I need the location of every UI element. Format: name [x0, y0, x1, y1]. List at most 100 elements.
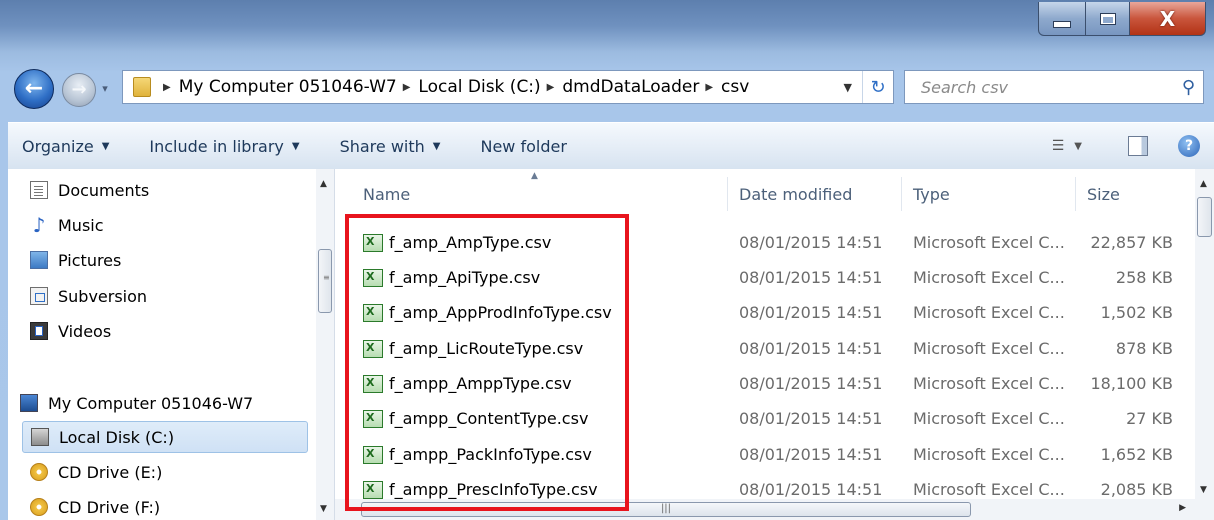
scroll-up-icon[interactable]: ▲ — [1200, 179, 1207, 189]
pictures-icon — [30, 251, 48, 269]
type-cell: Microsoft Excel C... — [913, 374, 1065, 393]
cd-icon — [30, 498, 48, 516]
include-in-library-menu[interactable]: Include in library ▼ — [149, 137, 299, 156]
column-date-modified[interactable]: Date modified — [739, 185, 852, 204]
minimize-button[interactable] — [1038, 2, 1086, 36]
refresh-button[interactable]: ↻ — [862, 71, 893, 103]
new-folder-label: New folder — [480, 136, 567, 156]
date-modified-cell: 08/01/2015 14:51 — [739, 480, 883, 499]
sidebar-item-music[interactable]: ♪ Music — [30, 209, 104, 241]
scroll-up-icon[interactable]: ▲ — [320, 179, 327, 189]
size-cell: 18,100 KB — [1090, 374, 1173, 393]
folder-icon — [133, 77, 151, 97]
music-icon: ♪ — [32, 213, 46, 237]
scrollbar-thumb[interactable]: ≡ — [318, 249, 332, 313]
change-view-button[interactable]: ☰ ▼ — [1052, 138, 1082, 154]
search-input[interactable] — [919, 76, 1163, 98]
videos-icon — [30, 322, 48, 340]
date-modified-cell: 08/01/2015 14:51 — [739, 409, 883, 428]
sidebar-item-documents[interactable]: Documents — [30, 174, 149, 206]
file-list: ▲ Name Date modified Type Size f_amp_Amp… — [335, 169, 1214, 520]
scroll-down-icon[interactable]: ▼ — [1200, 485, 1207, 495]
breadcrumb-dmddataloader[interactable]: dmdDataLoader — [562, 77, 699, 97]
breadcrumb-my-computer[interactable]: My Computer 051046-W7 — [179, 77, 397, 97]
sidebar-item-subversion[interactable]: Subversion — [30, 280, 147, 312]
help-icon[interactable]: ? — [1178, 135, 1200, 157]
sidebar-item-local-disk[interactable]: Local Disk (C:) — [22, 421, 308, 453]
column-size[interactable]: Size — [1087, 185, 1120, 204]
date-modified-cell: 08/01/2015 14:51 — [739, 303, 883, 322]
forward-button[interactable]: → — [62, 73, 96, 107]
file-list-vertical-scrollbar[interactable]: ▲ ▼ — [1195, 169, 1214, 499]
sidebar-item-videos[interactable]: Videos — [30, 315, 111, 347]
breadcrumb-chevron-icon[interactable]: ▶ — [547, 82, 555, 93]
scroll-right-icon[interactable]: ▶ — [1179, 503, 1186, 513]
type-cell: Microsoft Excel C... — [913, 233, 1065, 252]
organize-menu[interactable]: Organize ▼ — [22, 137, 109, 156]
sort-ascending-icon: ▲ — [531, 171, 538, 181]
address-dropdown-icon[interactable]: ▼ — [844, 81, 852, 94]
new-folder-button[interactable]: New folder — [480, 137, 566, 156]
search-box[interactable]: ⚲ — [904, 70, 1204, 104]
command-bar-right: ☰ ▼ ? — [1052, 135, 1214, 157]
grip-icon: ≡ — [323, 273, 330, 282]
type-cell: Microsoft Excel C... — [913, 339, 1065, 358]
date-modified-cell: 08/01/2015 14:51 — [739, 445, 883, 464]
column-type[interactable]: Type — [913, 185, 950, 204]
breadcrumb-chevron-icon[interactable]: ▶ — [163, 82, 171, 93]
close-icon: X — [1159, 6, 1176, 31]
sidebar-item-label: My Computer 051046-W7 — [48, 393, 254, 413]
documents-icon — [30, 181, 48, 199]
maximize-button[interactable] — [1086, 2, 1130, 36]
recent-pages-dropdown[interactable]: ▾ — [98, 82, 112, 96]
address-bar[interactable]: ▶ My Computer 051046-W7 ▶ Local Disk (C:… — [122, 70, 894, 104]
sidebar-item-pictures[interactable]: Pictures — [30, 244, 121, 276]
size-cell: 1,502 KB — [1100, 303, 1173, 322]
scroll-down-icon[interactable]: ▼ — [320, 504, 327, 514]
navigation-bar: ← → ▾ ▶ My Computer 051046-W7 ▶ Local Di… — [0, 68, 1214, 109]
sidebar-item-cd-drive-e[interactable]: CD Drive (E:) — [30, 456, 162, 488]
share-with-menu[interactable]: Share with ▼ — [340, 137, 441, 156]
sidebar-item-label: Music — [58, 215, 104, 235]
chevron-down-icon: ▼ — [1074, 140, 1082, 152]
close-button[interactable]: X — [1130, 2, 1206, 36]
sidebar-item-label: Documents — [58, 180, 150, 200]
size-cell: 258 KB — [1115, 268, 1173, 287]
back-arrow-icon: ← — [24, 76, 44, 101]
type-cell: Microsoft Excel C... — [913, 480, 1065, 499]
share-with-label: Share with — [339, 136, 425, 156]
column-divider[interactable] — [901, 177, 902, 211]
sidebar-item-cd-drive-f[interactable]: CD Drive (F:) — [30, 491, 160, 520]
command-bar: Organize ▼ Include in library ▼ Share with… — [8, 122, 1214, 170]
breadcrumb-chevron-icon[interactable]: ▶ — [705, 82, 713, 93]
breadcrumb-local-disk[interactable]: Local Disk (C:) — [418, 77, 540, 97]
sidebar-item-label: CD Drive (E:) — [58, 462, 163, 482]
back-button[interactable]: ← — [14, 69, 54, 109]
sidebar-item-my-computer[interactable]: My Computer 051046-W7 — [20, 387, 253, 419]
disk-icon — [31, 428, 49, 446]
column-divider[interactable] — [727, 177, 728, 211]
size-cell: 22,857 KB — [1090, 233, 1173, 252]
computer-icon — [20, 394, 38, 412]
breadcrumb-csv[interactable]: csv — [721, 77, 749, 97]
column-divider[interactable] — [1075, 177, 1076, 211]
date-modified-cell: 08/01/2015 14:51 — [739, 339, 883, 358]
search-icon[interactable]: ⚲ — [1182, 77, 1195, 98]
sidebar-item-label: Videos — [58, 321, 112, 341]
cd-icon — [30, 463, 48, 481]
breadcrumb-chevron-icon[interactable]: ▶ — [403, 82, 411, 93]
caption-buttons: X — [1038, 2, 1206, 36]
sidebar-scrollbar[interactable]: ▲ ≡ ▼ — [316, 169, 334, 520]
sidebar-item-label: Local Disk (C:) — [59, 427, 175, 447]
forward-arrow-icon: → — [71, 79, 87, 100]
refresh-icon: ↻ — [870, 76, 886, 98]
chevron-down-icon: ▼ — [432, 140, 441, 152]
scrollbar-thumb[interactable] — [1197, 197, 1212, 237]
date-modified-cell: 08/01/2015 14:51 — [739, 233, 883, 252]
size-cell: 1,652 KB — [1100, 445, 1173, 464]
sidebar-item-label: Subversion — [58, 286, 148, 306]
column-name[interactable]: Name — [363, 185, 410, 204]
preview-pane-icon[interactable] — [1128, 136, 1148, 156]
type-cell: Microsoft Excel C... — [913, 268, 1065, 287]
size-cell: 2,085 KB — [1100, 480, 1173, 499]
